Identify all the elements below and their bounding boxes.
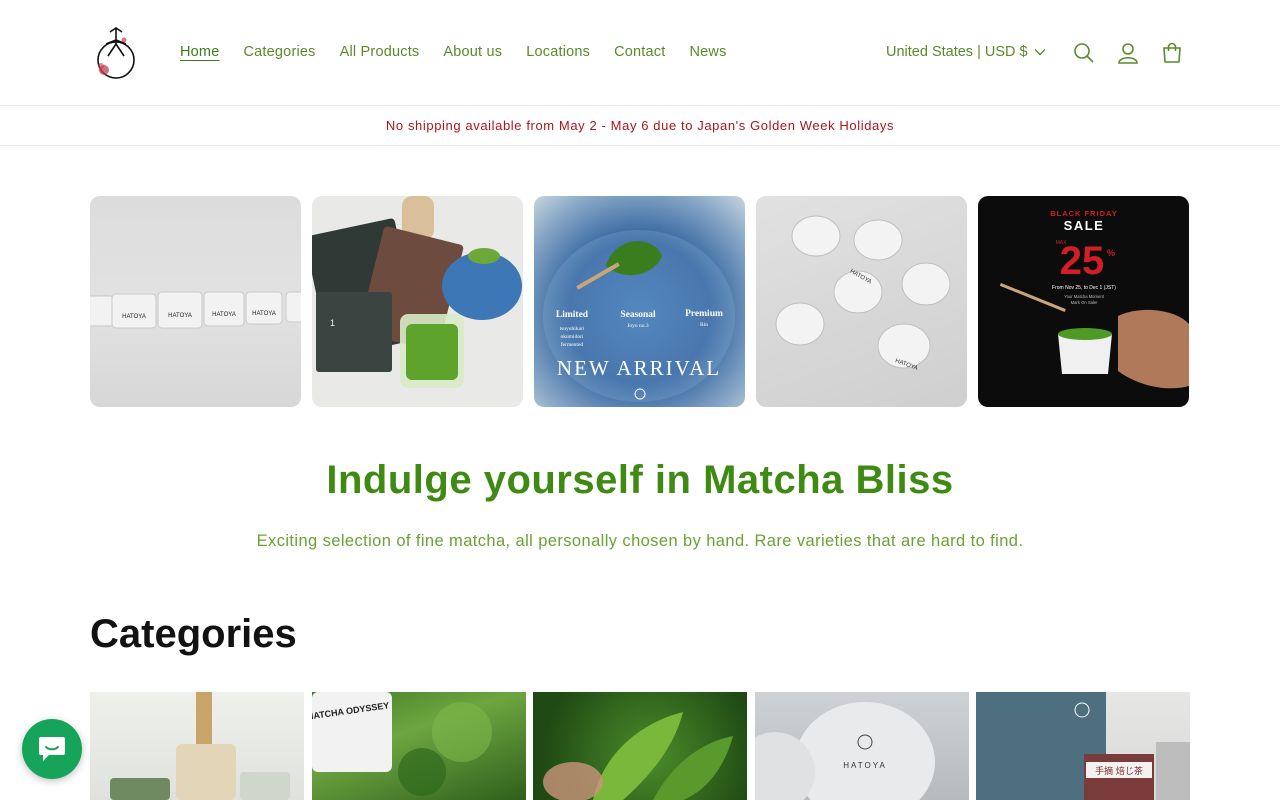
announcement-text: No shipping available from May 2 - May 6… <box>385 118 895 133</box>
sale-tagline: Mark On Sale! <box>1071 300 1098 305</box>
country-currency-selector[interactable]: United States | USD $ <box>886 44 1046 60</box>
label-limited-line: fermented <box>561 341 584 348</box>
sale-kicker: BLACK FRIDAY <box>1050 209 1118 218</box>
box-label: 手摘 焙じ茶 <box>1095 765 1143 777</box>
matcha-set-image: 1 <box>312 196 522 388</box>
nav-all-products[interactable]: All Products <box>328 42 432 62</box>
new-arrival-image: Limited tsuyuhikari okumidori fermented … <box>543 230 735 402</box>
tin-label: HATOYA <box>168 313 192 319</box>
search-icon <box>1074 43 1094 63</box>
nav-locations[interactable]: Locations <box>514 42 602 62</box>
label-limited-line: tsuyuhikari <box>560 326 585 332</box>
black-friday-image: BLACK FRIDAY SALE MAX 25 % From Nov 25, … <box>999 209 1189 389</box>
tins-group-image: HATOYA HATOYA <box>775 215 951 372</box>
chevron-down-icon <box>1034 49 1046 56</box>
chat-button[interactable] <box>22 719 82 779</box>
tea-packet <box>316 292 392 372</box>
category-card-fresh-leaves[interactable] <box>533 692 747 800</box>
new-arrival-banner: NEW ARRIVAL <box>557 356 721 380</box>
category-card-hojicha[interactable]: 手摘 焙じ茶 <box>976 692 1190 800</box>
sale-title: SALE <box>1064 218 1105 233</box>
chat-bubble-icon <box>39 737 65 761</box>
nav-about-us[interactable]: About us <box>431 42 514 62</box>
label-seasonal: Seasonal <box>620 310 656 320</box>
hero-subtitle: Exciting selection of fine matcha, all p… <box>256 532 1024 550</box>
sale-percent: 25 <box>1060 239 1105 283</box>
hatoya-logo-icon[interactable] <box>94 26 138 82</box>
sale-dates: From Nov 25, to Dec 1 (JST) <box>1052 285 1116 291</box>
label-seasonal-line: Joyo no.3 <box>627 323 649 329</box>
slide-new-arrival[interactable]: Limited tsuyuhikari okumidori fermented … <box>534 196 745 407</box>
whisk-icon <box>196 692 212 752</box>
tin-label: HATOYA <box>122 314 146 320</box>
site-header: Home Categories All Products About us Lo… <box>0 0 1280 106</box>
category-card-hatoya-tins[interactable]: HATOYA <box>755 692 969 800</box>
announcement-bar: No shipping available from May 2 - May 6… <box>0 106 1280 146</box>
account-icon <box>1118 43 1138 64</box>
main-nav: Home Categories All Products About us Lo… <box>168 42 739 62</box>
account-button[interactable] <box>1113 38 1143 68</box>
categories-heading: Categories <box>90 612 297 656</box>
category-image: 手摘 焙じ茶 <box>976 692 1190 800</box>
hand-image <box>1118 309 1189 389</box>
packet-number: 1 <box>330 318 335 328</box>
label-limited: Limited <box>556 310 589 320</box>
sale-tagline: Your Matcha Moment <box>1064 294 1104 299</box>
slide-hatoya-tins-group[interactable]: HATOYA HATOYA <box>756 196 967 407</box>
sale-percent-sign: % <box>1107 248 1115 258</box>
slide-black-friday-sale[interactable]: BLACK FRIDAY SALE MAX 25 % From Nov 25, … <box>978 196 1189 407</box>
category-image <box>110 692 290 800</box>
cart-button[interactable] <box>1157 38 1187 68</box>
tin-label: HATOYA <box>212 312 236 318</box>
nav-categories[interactable]: Categories <box>231 42 327 62</box>
label-premium: Premium <box>685 309 723 319</box>
tins-row-image: HATOYA HATOYA HATOYA HATOYA <box>90 291 301 329</box>
category-image: HATOYA <box>755 702 935 800</box>
tin-label: HATOYA <box>252 311 276 317</box>
nav-contact[interactable]: Contact <box>602 42 677 62</box>
nav-home[interactable]: Home <box>168 42 231 62</box>
slide-hatoya-tins-row[interactable]: HATOYA HATOYA HATOYA HATOYA <box>90 196 301 407</box>
label-limited-line: okumidori <box>561 334 584 340</box>
hero-title: Indulge yourself in Matcha Bliss <box>326 458 954 502</box>
category-image: MATCHA ODYSSEY <box>312 692 492 796</box>
slide-matcha-set[interactable]: 1 <box>312 196 523 407</box>
tin-label: HATOYA <box>843 761 887 770</box>
category-card-tea-fields[interactable]: MATCHA ODYSSEY <box>312 692 526 800</box>
label-premium-line: Rin <box>700 322 708 328</box>
search-button[interactable] <box>1069 38 1099 68</box>
locale-label: United States | USD $ <box>886 44 1028 60</box>
cart-icon <box>1163 42 1181 63</box>
nav-news[interactable]: News <box>677 42 738 62</box>
category-card-matcha-sets[interactable] <box>90 692 304 800</box>
category-image <box>543 712 733 800</box>
